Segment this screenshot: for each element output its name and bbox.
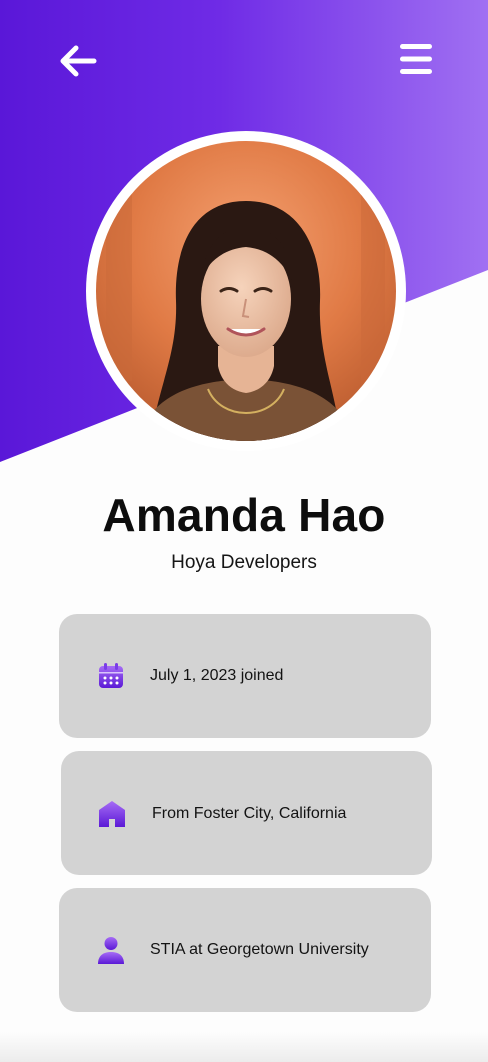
arrow-left-icon: [56, 42, 98, 80]
avatar-frame: [86, 131, 406, 451]
bottom-fade: [0, 1032, 488, 1062]
person-icon: [96, 935, 126, 965]
info-card-location[interactable]: From Foster City, California: [61, 751, 432, 875]
info-card-joined[interactable]: July 1, 2023 joined: [59, 614, 431, 738]
profile-organization: Hoya Developers: [171, 552, 317, 573]
info-card-text: From Foster City, California: [152, 805, 347, 822]
back-button[interactable]: [56, 42, 98, 80]
profile-screen: Amanda Hao Hoya Developers July 1, 2023 …: [0, 0, 488, 1062]
calendar-icon: [96, 661, 126, 691]
info-card-text: July 1, 2023 joined: [150, 667, 284, 684]
menu-button[interactable]: [396, 40, 436, 78]
profile-name: Amanda Hao: [102, 489, 386, 541]
avatar: [96, 141, 396, 441]
info-card-school[interactable]: STIA at Georgetown University: [59, 888, 431, 1012]
info-card-text: STIA at Georgetown University: [150, 941, 369, 958]
hamburger-menu-icon: [396, 40, 436, 78]
profile-photo: [96, 141, 396, 441]
home-icon: [97, 799, 127, 829]
